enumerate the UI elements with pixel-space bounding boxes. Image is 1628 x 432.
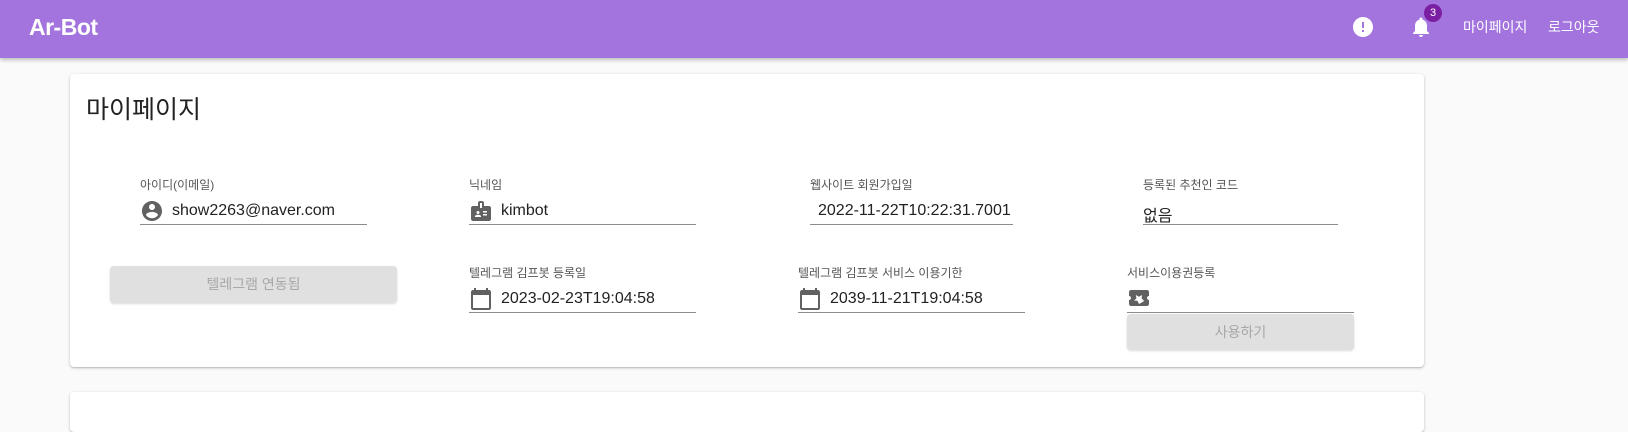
email-underline [140, 224, 367, 225]
account-circle-icon [140, 199, 164, 223]
nickname-value: kimbot [501, 202, 549, 219]
telegram-expiry-field[interactable]: 텔레그램 김프봇 서비스 이용기한 2039-11-21T19:04:58 [798, 264, 1025, 313]
telegram-expiry-underline [798, 312, 1025, 313]
nickname-field[interactable]: 닉네임 kimbot [469, 176, 696, 225]
telegram-registered-field[interactable]: 텔레그램 김프봇 등록일 2023-02-23T19:04:58 [469, 264, 696, 313]
telegram-expiry-value: 2039-11-21T19:04:58 [830, 290, 983, 307]
signup-date-field[interactable]: 웹사이트 회원가입일 2022-11-22T10:22:31.7001 [810, 176, 1013, 225]
ticket-star-icon [1127, 286, 1151, 310]
voucher-underline [1127, 312, 1354, 313]
alert-icon[interactable] [1351, 15, 1375, 39]
nav-logout-link[interactable]: 로그아웃 [1548, 17, 1600, 37]
email-label: 아이디(이메일) [140, 178, 215, 192]
notification-badge: 3 [1424, 4, 1442, 22]
calendar-icon [469, 287, 493, 311]
page-title: 마이페이지 [86, 96, 202, 124]
nav-mypage-link[interactable]: 마이페이지 [1463, 17, 1527, 37]
calendar-icon [798, 287, 822, 311]
referral-code-field[interactable]: 등록된 추천인 코드 없음 [1143, 176, 1338, 225]
use-voucher-button[interactable]: 사용하기 [1127, 314, 1354, 350]
badge-icon [469, 199, 493, 223]
telegram-linked-button[interactable]: 텔레그램 연동됨 [110, 266, 397, 303]
telegram-expiry-label: 텔레그램 김프봇 서비스 이용기한 [798, 266, 963, 280]
referral-code-label: 등록된 추천인 코드 [1143, 178, 1238, 192]
signup-date-value: 2022-11-22T10:22:31.7001 [818, 202, 1011, 219]
mypage-card: 마이페이지 아이디(이메일) show2263@naver.com 닉네임 ki… [70, 74, 1424, 367]
nickname-underline [469, 224, 696, 225]
secondary-card [70, 392, 1424, 432]
telegram-registered-value: 2023-02-23T19:04:58 [501, 290, 655, 307]
voucher-label: 서비스이용권등록 [1127, 266, 1216, 280]
email-value: show2263@naver.com [172, 202, 335, 219]
signup-date-underline [810, 224, 1013, 225]
referral-code-underline [1143, 224, 1338, 225]
telegram-registered-underline [469, 312, 696, 313]
email-field[interactable]: 아이디(이메일) show2263@naver.com [140, 176, 367, 225]
app-bar: Ar-Bot 3 마이페이지 로그아웃 [0, 0, 1628, 58]
signup-date-label: 웹사이트 회원가입일 [810, 178, 913, 192]
app-logo[interactable]: Ar-Bot [29, 14, 98, 41]
voucher-input[interactable]: 서비스이용권등록 [1127, 264, 1354, 313]
telegram-registered-label: 텔레그램 김프봇 등록일 [469, 266, 587, 280]
referral-code-value: 없음 [1143, 208, 1173, 225]
nickname-label: 닉네임 [469, 178, 503, 192]
